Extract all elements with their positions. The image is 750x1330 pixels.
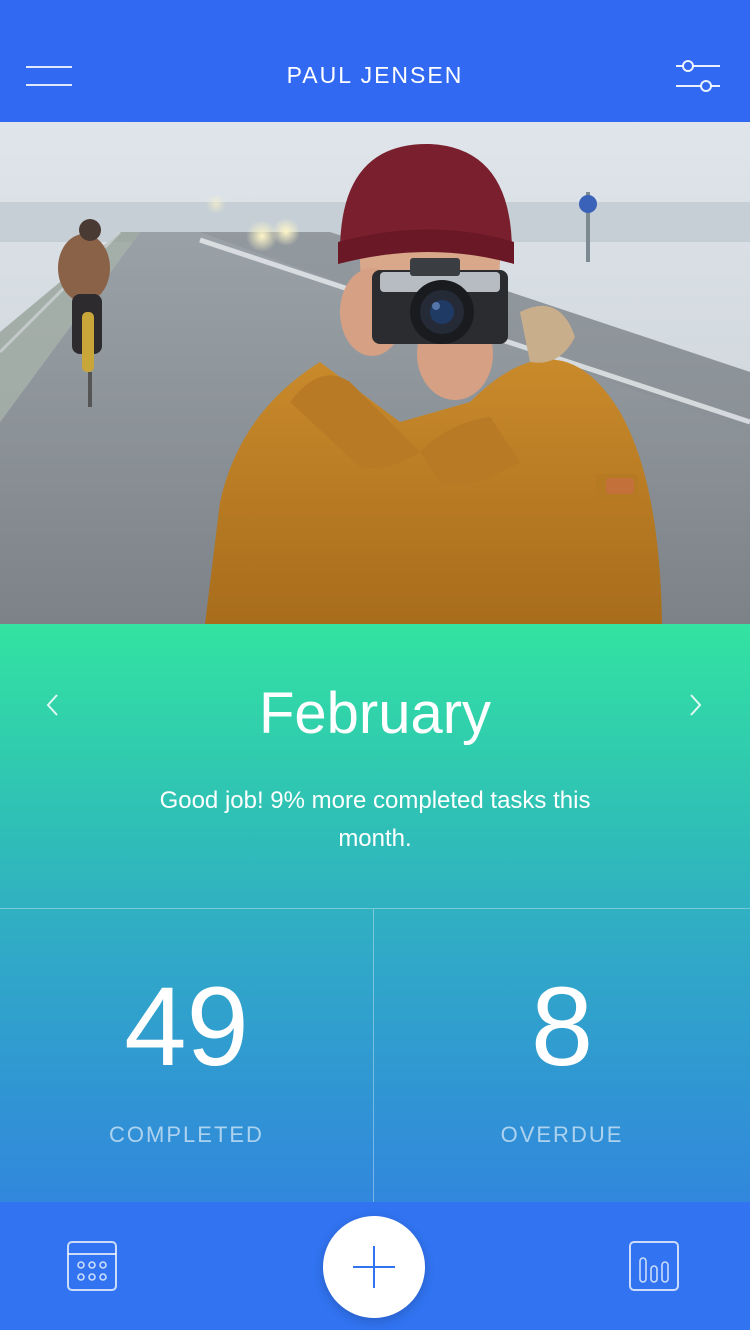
calendar-icon xyxy=(67,1241,117,1291)
filter-button[interactable] xyxy=(672,56,724,96)
overdue-label: OVERDUE xyxy=(500,1122,624,1147)
calendar-button[interactable] xyxy=(66,1240,118,1292)
bottom-nav xyxy=(0,1202,750,1330)
cover-photo xyxy=(0,122,750,624)
add-task-button[interactable] xyxy=(323,1216,425,1318)
monthly-stats-panel: February Good job! 9% more completed tas… xyxy=(0,624,750,1202)
page-title: PAUL JENSEN xyxy=(286,62,464,88)
completed-count: 49 xyxy=(124,964,249,1089)
cover-photo-illustration xyxy=(0,122,750,624)
header: PAUL JENSEN xyxy=(0,0,750,122)
statistics-button[interactable] xyxy=(628,1240,680,1292)
sliders-icon xyxy=(676,60,720,92)
progress-message: Good job! 9% more completed tasks this m… xyxy=(159,787,591,852)
next-month-button[interactable] xyxy=(680,690,710,720)
plus-icon xyxy=(353,1246,395,1288)
chevron-right-icon xyxy=(690,694,702,716)
overdue-stat[interactable]: 8 OVERDUE xyxy=(374,909,750,1202)
completed-stat[interactable]: 49 COMPLETED xyxy=(0,909,373,1202)
bar-chart-icon xyxy=(629,1241,679,1291)
app-screen: PAUL JENSEN February Good job! 9% more c… xyxy=(0,0,750,1330)
overdue-count: 8 xyxy=(530,964,594,1089)
completed-label: COMPLETED xyxy=(109,1122,264,1147)
month-title: February xyxy=(258,681,492,746)
